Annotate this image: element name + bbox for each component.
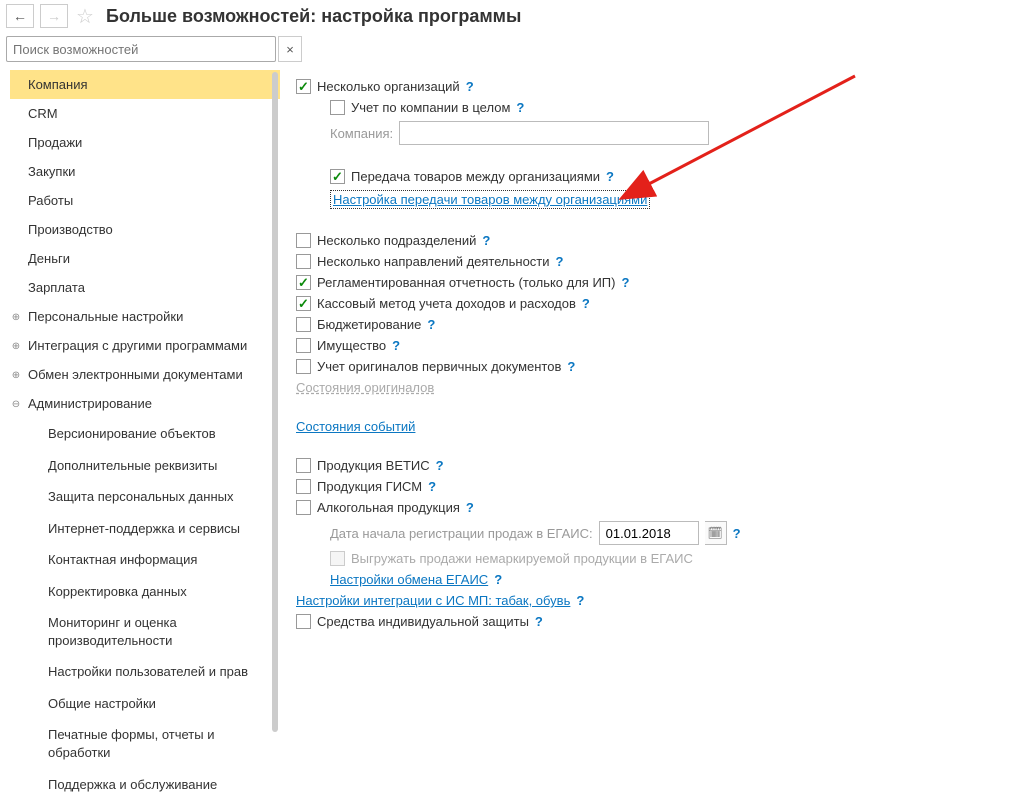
search-clear-button[interactable]: × xyxy=(278,36,302,62)
checkbox-ppe[interactable] xyxy=(296,614,311,629)
input-company[interactable] xyxy=(399,121,709,145)
favorite-star-icon[interactable]: ☆ xyxy=(74,5,96,27)
help-icon[interactable]: ? xyxy=(466,79,474,94)
sidebar-item-production[interactable]: Производство xyxy=(10,215,280,244)
expand-plus-icon[interactable]: ⊕ xyxy=(10,311,22,323)
label-originals-accounting: Учет оригиналов первичных документов xyxy=(317,359,561,374)
checkbox-multiple-activities[interactable] xyxy=(296,254,311,269)
sidebar-scrollbar[interactable] xyxy=(272,72,278,732)
checkbox-vetis[interactable] xyxy=(296,458,311,473)
checkbox-gism[interactable] xyxy=(296,479,311,494)
label-transfer-goods: Передача товаров между организациями xyxy=(351,169,600,184)
sidebar-item-company[interactable]: Компания xyxy=(10,70,280,99)
checkbox-cash-method[interactable] xyxy=(296,296,311,311)
checkbox-company-accounting[interactable] xyxy=(330,100,345,115)
help-icon[interactable]: ? xyxy=(535,614,543,629)
label-vetis: Продукция ВЕТИС xyxy=(317,458,430,473)
sidebar-subitem-internet-support[interactable]: Интернет-поддержка и сервисы xyxy=(10,513,280,545)
sidebar-item-purchases[interactable]: Закупки xyxy=(10,157,280,186)
sidebar-subitem-extra-props[interactable]: Дополнительные реквизиты xyxy=(10,450,280,482)
sidebar-item-personal-settings[interactable]: ⊕Персональные настройки xyxy=(10,302,280,331)
checkbox-originals-accounting[interactable] xyxy=(296,359,311,374)
main-content: Несколько организаций ? Учет по компании… xyxy=(280,66,1024,812)
expand-minus-icon[interactable]: ⊖ xyxy=(10,398,22,410)
label-multiple-activities: Несколько направлений деятельности xyxy=(317,254,550,269)
label-property: Имущество xyxy=(317,338,386,353)
sidebar-item-sales[interactable]: Продажи xyxy=(10,128,280,157)
help-icon[interactable]: ? xyxy=(621,275,629,290)
label-multiple-orgs: Несколько организаций xyxy=(317,79,460,94)
link-originals-states[interactable]: Состояния оригиналов xyxy=(296,380,434,395)
search-input[interactable] xyxy=(6,36,276,62)
link-events-states[interactable]: Состояния событий xyxy=(296,419,415,434)
help-icon[interactable]: ? xyxy=(466,500,474,515)
sidebar-item-administration[interactable]: ⊖Администрирование xyxy=(10,389,280,418)
expand-plus-icon[interactable]: ⊕ xyxy=(10,340,22,352)
link-is-mp[interactable]: Настройки интеграции с ИС МП: табак, обу… xyxy=(296,593,570,608)
checkbox-multiple-departments[interactable] xyxy=(296,233,311,248)
label-company-accounting: Учет по компании в целом xyxy=(351,100,510,115)
checkbox-egais-unmarked xyxy=(330,551,345,566)
sidebar-subitem-user-settings[interactable]: Настройки пользователей и прав xyxy=(10,656,280,688)
sidebar-item-money[interactable]: Деньги xyxy=(10,244,280,273)
sidebar-item-integration[interactable]: ⊕Интеграция с другими программами xyxy=(10,331,280,360)
sidebar-subitem-personal-data[interactable]: Защита персональных данных xyxy=(10,481,280,513)
help-icon[interactable]: ? xyxy=(576,593,584,608)
sidebar-subitem-monitoring[interactable]: Мониторинг и оценка производительности xyxy=(10,607,280,656)
checkbox-budgeting[interactable] xyxy=(296,317,311,332)
calendar-icon[interactable]: 🗓 xyxy=(705,521,727,545)
label-cash-method: Кассовый метод учета доходов и расходов xyxy=(317,296,576,311)
help-icon[interactable]: ? xyxy=(556,254,564,269)
expand-plus-icon[interactable]: ⊕ xyxy=(10,369,22,381)
help-icon[interactable]: ? xyxy=(436,458,444,473)
help-icon[interactable]: ? xyxy=(392,338,400,353)
sidebar-subitem-versioning[interactable]: Версионирование объектов xyxy=(10,418,280,450)
help-icon[interactable]: ? xyxy=(516,100,524,115)
help-icon[interactable]: ? xyxy=(428,479,436,494)
sidebar: Компания CRM Продажи Закупки Работы Прои… xyxy=(0,66,280,812)
checkbox-alcohol[interactable] xyxy=(296,500,311,515)
help-icon[interactable]: ? xyxy=(733,526,741,541)
label-egais-unmarked: Выгружать продажи немаркируемой продукци… xyxy=(351,551,693,566)
sidebar-subitem-support[interactable]: Поддержка и обслуживание xyxy=(10,769,280,801)
sidebar-item-works[interactable]: Работы xyxy=(10,186,280,215)
help-icon[interactable]: ? xyxy=(494,572,502,587)
sidebar-subitem-data-correction[interactable]: Корректировка данных xyxy=(10,576,280,608)
label-alcohol: Алкогольная продукция xyxy=(317,500,460,515)
label-budgeting: Бюджетирование xyxy=(317,317,421,332)
sidebar-subitem-equipment[interactable]: Подключаемое оборудование xyxy=(10,800,280,808)
page-title: Больше возможностей: настройка программы xyxy=(106,6,521,27)
label-multiple-departments: Несколько подразделений xyxy=(317,233,476,248)
label-egais-date: Дата начала регистрации продаж в ЕГАИС: xyxy=(330,526,593,541)
help-icon[interactable]: ? xyxy=(582,296,590,311)
checkbox-multiple-orgs[interactable] xyxy=(296,79,311,94)
label-company: Компания: xyxy=(330,126,393,141)
checkbox-transfer-goods[interactable] xyxy=(330,169,345,184)
input-egais-date[interactable] xyxy=(599,521,699,545)
link-transfer-settings[interactable]: Настройка передачи товаров между организ… xyxy=(330,190,650,209)
checkbox-property[interactable] xyxy=(296,338,311,353)
sidebar-item-salary[interactable]: Зарплата xyxy=(10,273,280,302)
label-gism: Продукция ГИСМ xyxy=(317,479,422,494)
sidebar-subitem-print-forms[interactable]: Печатные формы, отчеты и обработки xyxy=(10,719,280,768)
help-icon[interactable]: ? xyxy=(427,317,435,332)
label-ppe: Средства индивидуальной защиты xyxy=(317,614,529,629)
link-egais-settings[interactable]: Настройки обмена ЕГАИС xyxy=(330,572,488,587)
nav-back-button[interactable]: ← xyxy=(6,4,34,28)
sidebar-item-crm[interactable]: CRM xyxy=(10,99,280,128)
sidebar-subitem-contact-info[interactable]: Контактная информация xyxy=(10,544,280,576)
help-icon[interactable]: ? xyxy=(606,169,614,184)
checkbox-regulated-reporting[interactable] xyxy=(296,275,311,290)
sidebar-subitem-general[interactable]: Общие настройки xyxy=(10,688,280,720)
help-icon[interactable]: ? xyxy=(482,233,490,248)
help-icon[interactable]: ? xyxy=(567,359,575,374)
nav-forward-button[interactable]: → xyxy=(40,4,68,28)
label-regulated-reporting: Регламентированная отчетность (только дл… xyxy=(317,275,615,290)
sidebar-item-edocs[interactable]: ⊕Обмен электронными документами xyxy=(10,360,280,389)
